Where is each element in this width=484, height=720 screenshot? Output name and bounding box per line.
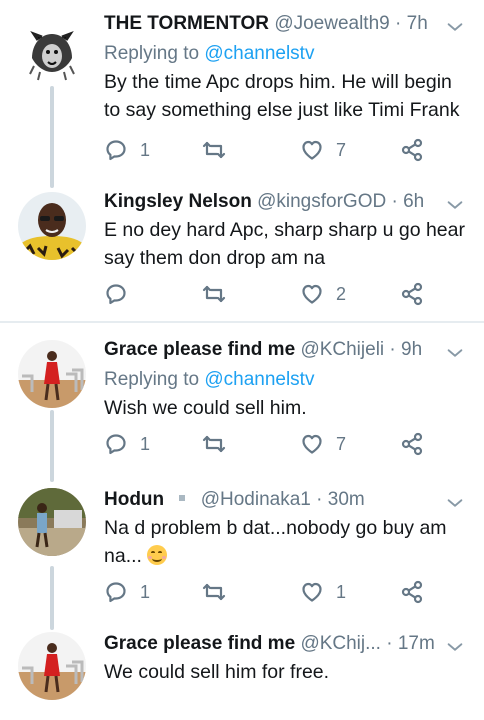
like-button[interactable]: 7 — [300, 430, 346, 458]
reply-icon — [104, 580, 128, 604]
author-name[interactable]: Kingsley Nelson — [104, 191, 252, 212]
tweet-divider — [0, 321, 484, 323]
tweet[interactable]: Kingsley Nelson @kingsforGOD · 6h E no d… — [0, 180, 484, 320]
share-button[interactable] — [400, 430, 424, 458]
heart-icon — [300, 580, 324, 604]
tweet-text: By the time Apc drops him. He will begin… — [104, 71, 460, 121]
retweet-button[interactable] — [202, 280, 226, 308]
reply-button[interactable]: 1 — [104, 578, 150, 606]
retweet-icon — [202, 432, 226, 456]
author-handle[interactable]: @KChij... — [300, 633, 381, 654]
author-handle[interactable]: @Joewealth9 — [274, 13, 389, 34]
avatar-person[interactable] — [18, 488, 86, 556]
tweet[interactable]: Grace please find me @KChij... · 17m We … — [0, 616, 484, 720]
replying-to-label: Replying to — [104, 369, 205, 390]
retweet-icon — [202, 282, 226, 306]
tweet[interactable]: Grace please find me @KChijeli · 9h Repl… — [0, 324, 484, 476]
timestamp[interactable]: 30m — [328, 489, 365, 510]
mention-link[interactable]: @channelstv — [204, 369, 314, 390]
mention-link[interactable]: @channelstv — [204, 43, 314, 64]
share-icon — [400, 138, 424, 162]
chevron-down-icon[interactable] — [444, 636, 466, 658]
like-button[interactable]: 7 — [300, 136, 346, 164]
like-count: 2 — [336, 283, 347, 304]
reply-button[interactable]: 1 — [104, 136, 150, 164]
tweet-header: Hodun @Hodinaka1 · 30m — [104, 488, 454, 512]
reply-button[interactable]: 1 — [104, 430, 150, 458]
tweet-header: Kingsley Nelson @kingsforGOD · 6h — [104, 190, 454, 214]
share-icon — [400, 282, 424, 306]
tweet-actions: 1 7 — [104, 136, 454, 164]
tweet-text: E no dey hard Apc, sharp sharp u go hear… — [104, 219, 465, 269]
timestamp[interactable]: 9h — [401, 339, 422, 360]
reply-count: 1 — [140, 581, 151, 602]
reply-count: 1 — [140, 433, 151, 454]
separator-dot: · — [391, 191, 398, 212]
separator-dot: · — [389, 339, 396, 360]
like-button[interactable]: 1 — [300, 578, 346, 606]
author-name[interactable]: Hodun — [104, 489, 164, 510]
replying-to: Replying to @channelstv — [104, 42, 314, 66]
share-button[interactable] — [400, 578, 424, 606]
heart-icon — [300, 282, 324, 306]
avatar-man[interactable] — [18, 192, 86, 260]
reply-icon — [104, 138, 128, 162]
timestamp[interactable]: 17m — [398, 633, 435, 654]
separator-dot: · — [316, 489, 323, 510]
separator-dot: · — [386, 633, 393, 654]
reply-count: 1 — [140, 139, 151, 160]
like-count: 1 — [336, 581, 347, 602]
retweet-button[interactable] — [202, 430, 226, 458]
tweet[interactable]: THE TORMENTOR @Joewealth9 · 7h Replying … — [0, 0, 484, 180]
share-icon — [400, 580, 424, 604]
tweet-header: Grace please find me @KChijeli · 9h — [104, 338, 454, 362]
replying-to: Replying to @channelstv — [104, 368, 314, 392]
avatar-woman[interactable] — [18, 340, 86, 408]
like-button[interactable]: 2 — [300, 280, 346, 308]
reply-icon — [104, 282, 128, 306]
reply-button[interactable] — [104, 280, 140, 308]
timestamp[interactable]: 7h — [407, 13, 428, 34]
author-name[interactable]: Grace please find me — [104, 633, 295, 654]
share-button[interactable] — [400, 136, 424, 164]
chevron-down-icon[interactable] — [444, 16, 466, 38]
tweet-text: Na d problem b dat...nobody go buy am na… — [104, 514, 470, 570]
author-name[interactable]: Grace please find me — [104, 339, 295, 360]
share-icon — [400, 432, 424, 456]
share-button[interactable] — [400, 280, 424, 308]
smiling-face-emoji-icon — [147, 545, 168, 565]
chevron-down-icon[interactable] — [444, 492, 466, 514]
reply-icon — [104, 432, 128, 456]
tweet-text: We could sell him for free. — [104, 661, 330, 683]
timestamp[interactable]: 6h — [403, 191, 424, 212]
author-handle[interactable]: @kingsforGOD — [257, 191, 386, 212]
tweet-header: Grace please find me @KChij... · 17m — [104, 632, 454, 656]
tweet-actions: 2 — [104, 280, 454, 308]
verified-separator — [179, 495, 186, 501]
heart-icon — [300, 432, 324, 456]
author-handle[interactable]: @Hodinaka1 — [201, 489, 311, 510]
separator-dot: · — [395, 13, 402, 34]
avatar-lion[interactable] — [18, 18, 86, 86]
like-count: 7 — [336, 139, 347, 160]
author-handle[interactable]: @KChijeli — [300, 339, 384, 360]
heart-icon — [300, 138, 324, 162]
tweet[interactable]: Hodun @Hodinaka1 · 30m Na d problem b da… — [0, 476, 484, 616]
retweet-button[interactable] — [202, 578, 226, 606]
tweet-text: Wish we could sell him. — [104, 397, 307, 419]
retweet-button[interactable] — [202, 136, 226, 164]
avatar-woman[interactable] — [18, 632, 86, 700]
author-name[interactable]: THE TORMENTOR — [104, 13, 269, 34]
chevron-down-icon[interactable] — [444, 342, 466, 364]
retweet-icon — [202, 138, 226, 162]
chevron-down-icon[interactable] — [444, 194, 466, 216]
like-count: 7 — [336, 433, 347, 454]
replying-to-label: Replying to — [104, 43, 205, 64]
tweet-actions: 1 7 — [104, 430, 454, 458]
retweet-icon — [202, 580, 226, 604]
tweet-header: THE TORMENTOR @Joewealth9 · 7h — [104, 12, 454, 36]
tweet-actions: 1 1 — [104, 578, 454, 606]
